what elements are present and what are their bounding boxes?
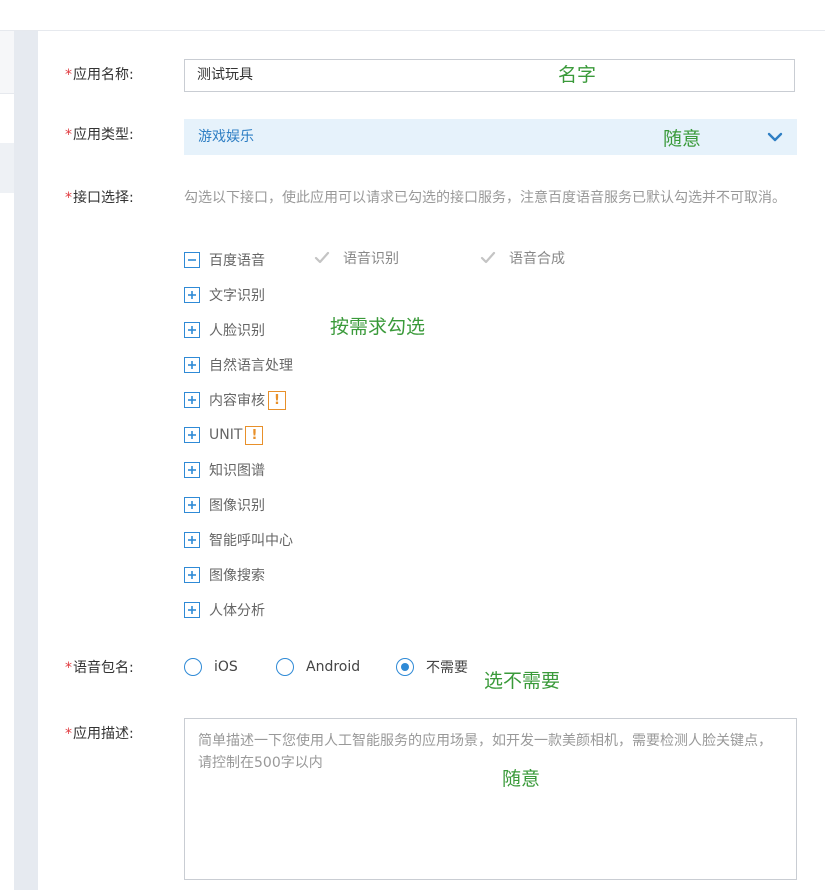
description-label: *应用描述: xyxy=(65,723,134,743)
radio-android[interactable]: Android xyxy=(276,656,360,678)
package-name-label-text: 语音包名: xyxy=(73,660,134,676)
api-group-baidu-speech[interactable]: 百度语音 xyxy=(184,251,265,269)
warning-icon[interactable]: ! xyxy=(245,425,264,445)
app-type-select[interactable]: 游戏娱乐 xyxy=(184,119,797,155)
annotation-name: 名字 xyxy=(558,64,597,86)
content-gutter xyxy=(14,31,38,890)
collapse-icon[interactable] xyxy=(184,252,200,268)
api-group-unit[interactable]: UNIT ! xyxy=(184,425,264,445)
api-group-label: 知识图谱 xyxy=(209,463,265,479)
app-type-label-text: 应用类型: xyxy=(73,127,134,143)
api-group-image-recognition[interactable]: 图像识别 xyxy=(184,496,265,514)
api-group-label: 自然语言处理 xyxy=(209,358,293,374)
checkbox-speech-synthesis: 语音合成 xyxy=(480,249,565,267)
expand-icon[interactable] xyxy=(184,567,200,583)
checkmark-icon xyxy=(480,250,496,266)
expand-icon[interactable] xyxy=(184,427,200,443)
api-group-knowledge-graph[interactable]: 知识图谱 xyxy=(184,461,265,479)
api-group-label: 图像搜索 xyxy=(209,568,265,584)
api-group-label: 智能呼叫中心 xyxy=(209,533,293,549)
api-group-face[interactable]: 人脸识别 xyxy=(184,321,265,339)
expand-icon[interactable] xyxy=(184,462,200,478)
api-group-label: UNIT xyxy=(209,427,243,443)
annotation-api: 按需求勾选 xyxy=(330,316,426,338)
app-name-input[interactable]: 测试玩具 xyxy=(184,59,795,92)
top-bar xyxy=(0,0,825,31)
required-mark: * xyxy=(65,660,72,676)
sidebar-edge-block xyxy=(0,31,14,94)
api-group-ocr[interactable]: 文字识别 xyxy=(184,286,265,304)
radio-selected-icon[interactable] xyxy=(396,658,414,676)
app-name-label-text: 应用名称: xyxy=(73,67,134,83)
api-hint-text: 勾选以下接口，使此应用可以请求已勾选的接口服务，注意百度语音服务已默认勾选并不可… xyxy=(184,190,786,206)
required-mark: * xyxy=(65,127,72,143)
api-group-label: 文字识别 xyxy=(209,288,265,304)
annotation-description: 随意 xyxy=(502,768,541,790)
expand-icon[interactable] xyxy=(184,357,200,373)
description-placeholder: 简单描述一下您使用人工智能服务的应用场景，如开发一款美颜相机，需要检测人脸关键点… xyxy=(198,733,772,771)
radio-label: 不需要 xyxy=(426,660,468,676)
radio-label: iOS xyxy=(214,659,238,675)
annotation-package: 选不需要 xyxy=(484,670,561,692)
required-mark: * xyxy=(65,67,72,83)
api-group-label: 人脸识别 xyxy=(209,323,265,339)
radio-label: Android xyxy=(306,659,361,675)
api-group-content-review[interactable]: 内容审核 ! xyxy=(184,390,286,410)
checkbox-speech-recognition: 语音识别 xyxy=(314,249,399,267)
required-mark: * xyxy=(65,726,72,742)
api-select-label-text: 接口选择: xyxy=(73,190,134,206)
radio-ios[interactable]: iOS xyxy=(184,656,238,678)
expand-icon[interactable] xyxy=(184,287,200,303)
app-name-label: *应用名称: xyxy=(65,64,134,84)
api-group-label: 内容审核 xyxy=(209,393,265,409)
api-group-call-center[interactable]: 智能呼叫中心 xyxy=(184,531,293,549)
description-textarea[interactable]: 简单描述一下您使用人工智能服务的应用场景，如开发一款美颜相机，需要检测人脸关键点… xyxy=(184,718,797,880)
api-select-label: *接口选择: xyxy=(65,187,134,207)
app-type-value: 游戏娱乐 xyxy=(198,129,254,145)
required-mark: * xyxy=(65,190,72,206)
annotation-type: 随意 xyxy=(663,128,702,150)
expand-icon[interactable] xyxy=(184,497,200,513)
radio-circle-icon[interactable] xyxy=(184,658,202,676)
expand-icon[interactable] xyxy=(184,322,200,338)
checkbox-label: 语音合成 xyxy=(509,251,565,267)
api-group-label: 百度语音 xyxy=(209,253,265,269)
radio-not-needed[interactable]: 不需要 xyxy=(396,656,468,678)
app-type-label: *应用类型: xyxy=(65,124,134,144)
chevron-down-icon[interactable] xyxy=(767,131,783,143)
radio-circle-icon[interactable] xyxy=(276,658,294,676)
app-name-value: 测试玩具 xyxy=(197,67,253,83)
sidebar-edge-block xyxy=(0,143,14,193)
description-label-text: 应用描述: xyxy=(73,726,134,742)
warning-icon[interactable]: ! xyxy=(268,390,286,410)
api-group-label: 人体分析 xyxy=(209,603,265,619)
expand-icon[interactable] xyxy=(184,392,200,408)
api-group-body-analysis[interactable]: 人体分析 xyxy=(184,601,265,619)
api-group-nlp[interactable]: 自然语言处理 xyxy=(184,356,293,374)
left-sidebar-edge xyxy=(0,31,14,890)
checkmark-icon xyxy=(314,250,330,266)
api-group-image-search[interactable]: 图像搜索 xyxy=(184,566,265,584)
expand-icon[interactable] xyxy=(184,602,200,618)
package-name-label: *语音包名: xyxy=(65,657,134,677)
api-group-label: 图像识别 xyxy=(209,498,265,514)
checkbox-label: 语音识别 xyxy=(343,251,399,267)
expand-icon[interactable] xyxy=(184,532,200,548)
